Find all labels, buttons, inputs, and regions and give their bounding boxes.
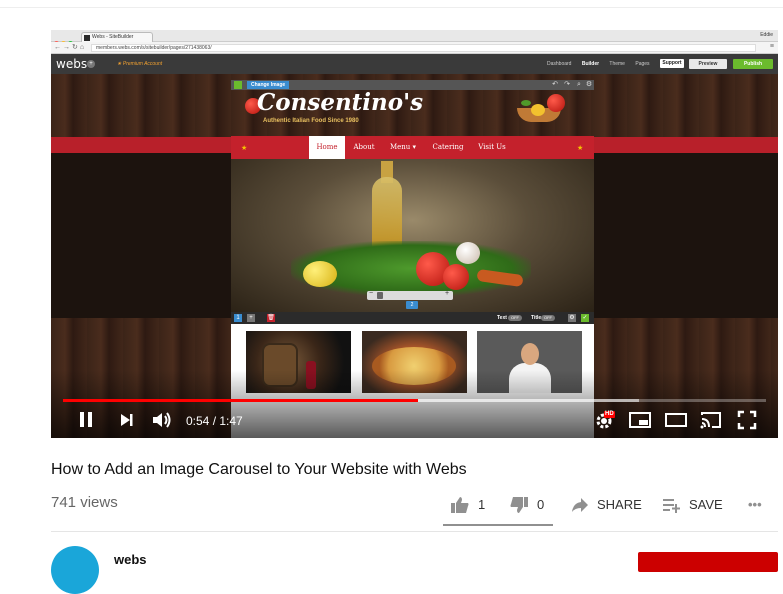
add-slide-icon: + bbox=[247, 314, 255, 322]
cast-button[interactable] bbox=[699, 410, 723, 430]
progress-bar[interactable] bbox=[63, 399, 766, 402]
save-label: SAVE bbox=[689, 497, 723, 512]
menu-about: About bbox=[353, 143, 375, 151]
url-field: members.webs.com/s/sitebuilder/pages/271… bbox=[91, 44, 756, 52]
site-logo-area: Consentino's Authentic Italian Food Sinc… bbox=[231, 89, 594, 136]
hero-image: − + 2 bbox=[231, 159, 594, 312]
thumbs-down-icon bbox=[510, 497, 528, 513]
delete-slide-icon: 🗑 bbox=[267, 314, 275, 322]
webs-logo: webs bbox=[56, 57, 88, 71]
volume-button[interactable] bbox=[151, 410, 173, 430]
premium-account-label: ★ Premium Account bbox=[117, 61, 163, 67]
image-icon bbox=[234, 81, 242, 89]
pepper-image bbox=[531, 104, 545, 116]
thumbs-up-icon bbox=[451, 497, 469, 513]
zoom-icon: ⌕ bbox=[577, 81, 581, 88]
text-toggle: OFF bbox=[508, 315, 522, 321]
subscribe-button[interactable] bbox=[638, 552, 778, 572]
tomato-image bbox=[443, 264, 469, 290]
time-display: 0:54 / 1:47 bbox=[186, 414, 243, 428]
theater-mode-button[interactable] bbox=[665, 410, 687, 430]
dislike-count: 0 bbox=[537, 497, 545, 512]
browser-nav-icons: ←→↻⌂ bbox=[54, 44, 87, 51]
browser-tab: Webs - SiteBuilder bbox=[81, 32, 153, 42]
miniplayer-icon bbox=[629, 412, 651, 428]
carousel-toolbar: 1 + 🗑 Text OFF Title OFF ⚙ ✓ bbox=[231, 312, 594, 324]
share-icon bbox=[572, 498, 588, 512]
add-icon: + bbox=[87, 60, 95, 68]
playlist-add-icon bbox=[663, 499, 680, 513]
text-toggle-label: Text bbox=[497, 315, 507, 321]
builder-nav: Dashboard Builder Theme Pages bbox=[547, 61, 659, 67]
support-button: Support bbox=[660, 59, 684, 68]
more-actions-button[interactable]: ••• bbox=[748, 497, 762, 512]
star-icon: ★ bbox=[241, 145, 248, 152]
section-divider bbox=[51, 531, 778, 532]
volume-icon bbox=[153, 412, 171, 428]
nav-dashboard: Dashboard bbox=[547, 61, 572, 67]
slide-number-button: 1 bbox=[234, 314, 242, 322]
progress-played bbox=[63, 399, 418, 402]
sentiment-bar bbox=[443, 524, 553, 526]
star-icon: ★ bbox=[577, 145, 584, 152]
next-button[interactable] bbox=[119, 410, 135, 430]
check-icon: ✓ bbox=[581, 314, 589, 322]
menu-home: Home bbox=[309, 136, 345, 159]
browser-user: Eddie bbox=[760, 32, 773, 38]
zoom-slider-knob bbox=[377, 292, 383, 299]
chef-head-image bbox=[521, 343, 539, 365]
view-count: 741 views bbox=[51, 494, 118, 511]
hd-badge: HD bbox=[604, 411, 615, 418]
video-player[interactable]: Webs - SiteBuilder Eddie ←→↻⌂ members.we… bbox=[51, 30, 778, 438]
webs-favicon-icon bbox=[84, 35, 90, 41]
pause-button[interactable] bbox=[78, 410, 94, 430]
browser-address-bar: ←→↻⌂ members.webs.com/s/sitebuilder/page… bbox=[51, 42, 778, 54]
title-toggle-label: Title bbox=[531, 315, 542, 321]
change-image-button: Change Image bbox=[247, 81, 290, 89]
menu-catering: Catering bbox=[432, 143, 464, 151]
zoom-slider: − + bbox=[367, 290, 453, 300]
redo-icon: ↷ bbox=[564, 81, 570, 88]
like-count: 1 bbox=[478, 497, 486, 512]
fullscreen-icon bbox=[737, 410, 757, 430]
leaf-image bbox=[521, 100, 531, 106]
channel-name[interactable]: webs bbox=[114, 552, 147, 567]
lemon-image bbox=[303, 261, 337, 287]
garlic-image bbox=[456, 242, 480, 264]
channel-avatar[interactable] bbox=[51, 546, 99, 594]
nav-pages: Pages bbox=[635, 61, 650, 67]
page-top-border bbox=[0, 0, 783, 8]
miniplayer-button[interactable] bbox=[629, 410, 651, 430]
menu-visit-us: Visit Us bbox=[478, 143, 506, 151]
menu-menu: Menu ▾ bbox=[389, 143, 417, 151]
site-title: Consentino's bbox=[257, 89, 424, 116]
zoom-out-icon: − bbox=[369, 290, 374, 297]
nav-theme: Theme bbox=[609, 61, 625, 67]
tomato-image bbox=[547, 94, 565, 112]
fullscreen-button[interactable] bbox=[737, 410, 757, 430]
slide-indicator: 2 bbox=[406, 301, 418, 309]
gear-icon: ⚙ bbox=[568, 314, 576, 322]
browser-menu-icon: ≡ bbox=[769, 43, 774, 50]
site-menu: ★ Home About Menu ▾ Catering Visit Us ★ bbox=[231, 136, 594, 159]
zoom-in-icon: + bbox=[445, 290, 450, 297]
video-title: How to Add an Image Carousel to Your Web… bbox=[51, 461, 467, 478]
next-icon bbox=[121, 414, 133, 426]
theater-icon bbox=[665, 413, 687, 427]
sitebuilder-toolbar: webs + ★ Premium Account Dashboard Build… bbox=[51, 54, 778, 74]
site-subtitle: Authentic Italian Food Since 1980 bbox=[263, 118, 359, 124]
settings-icon: ⚙ bbox=[585, 81, 593, 88]
title-toggle: OFF bbox=[541, 315, 555, 321]
cast-icon bbox=[700, 412, 721, 429]
share-label: SHARE bbox=[597, 497, 642, 512]
undo-icon: ↶ bbox=[552, 81, 558, 88]
preview-button: Preview bbox=[689, 59, 727, 69]
publish-button: Publish bbox=[733, 59, 773, 69]
browser-tab-bar: Webs - SiteBuilder Eddie bbox=[51, 30, 778, 46]
nav-builder: Builder bbox=[581, 61, 600, 67]
